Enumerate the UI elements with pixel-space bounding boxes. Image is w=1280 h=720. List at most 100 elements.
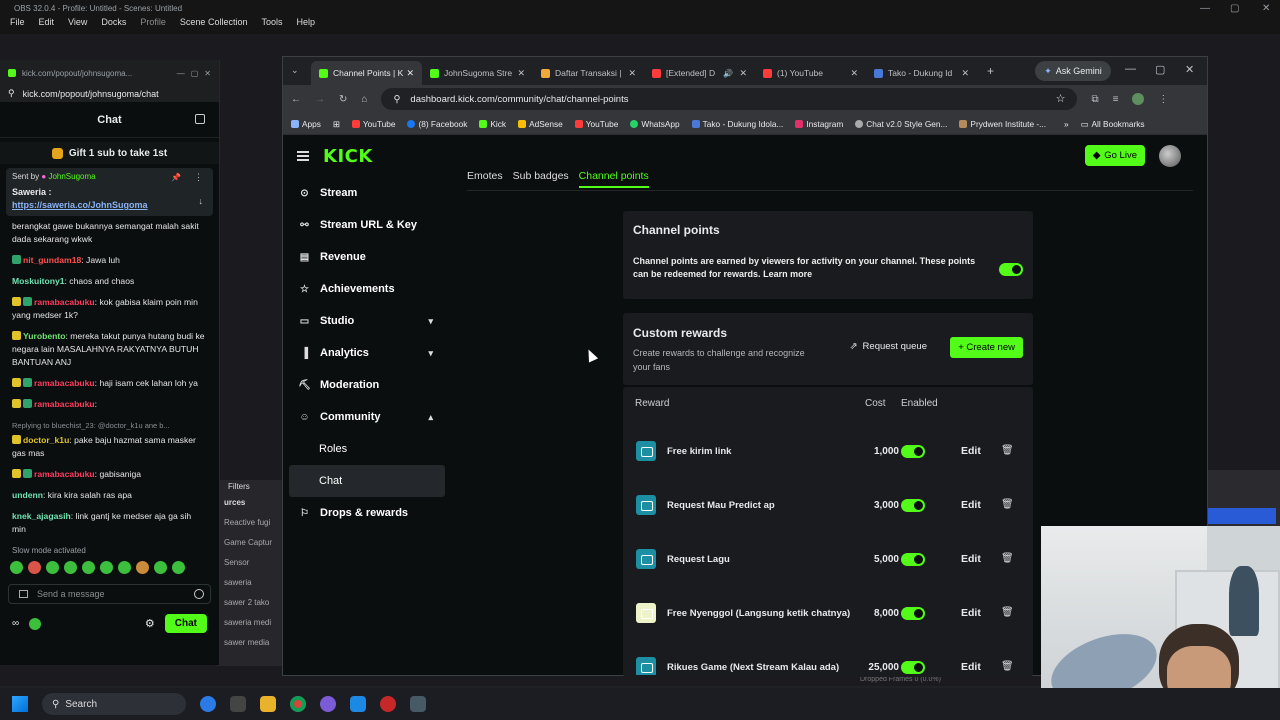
minimize-icon[interactable]: — — [1125, 63, 1136, 75]
bookmark-chat-style[interactable]: Chat v2.0 Style Gen... — [855, 119, 947, 129]
nav-drops-rewards[interactable]: ⚐ Drops & rewards — [289, 497, 445, 529]
taskbar-search[interactable]: ⚲ Search — [42, 693, 186, 715]
channel-points-toggle[interactable] — [999, 263, 1023, 276]
tab-sub-badges[interactable]: Sub badges — [513, 170, 569, 188]
emote-icon[interactable] — [172, 561, 185, 574]
menu-file[interactable]: File — [10, 17, 25, 33]
nav-chat[interactable]: Chat — [289, 465, 445, 497]
kick-logo[interactable]: KICK — [323, 146, 373, 167]
nav-stream-url-key[interactable]: ⚯ Stream URL & Key — [289, 209, 445, 241]
obs-icon[interactable] — [230, 696, 246, 712]
bookmark-adsense[interactable]: AdSense — [518, 119, 563, 129]
obs-source-item[interactable]: saweria — [216, 574, 282, 594]
maximize-icon[interactable]: ▢ — [1155, 63, 1165, 76]
trash-icon[interactable]: 🗑 — [1001, 553, 1014, 564]
bookmark-grid[interactable]: ⊞ — [333, 119, 340, 129]
close-icon[interactable]: ✕ — [204, 69, 211, 78]
steam-icon[interactable] — [410, 696, 426, 712]
emote-icon[interactable] — [46, 561, 59, 574]
menu-profile[interactable]: Profile — [140, 17, 166, 33]
edit-button[interactable]: Edit — [961, 661, 981, 673]
bookmark-kick[interactable]: Kick — [479, 119, 506, 129]
file-explorer-icon[interactable] — [260, 696, 276, 712]
maximize-icon[interactable]: ▢ — [1230, 3, 1239, 14]
close-tab-icon[interactable]: ✕ — [739, 68, 747, 79]
menu-scene-collection[interactable]: Scene Collection — [180, 17, 248, 33]
edit-button[interactable]: Edit — [961, 445, 981, 457]
emote-icon[interactable] — [28, 561, 41, 574]
menu-view[interactable]: View — [68, 17, 87, 33]
edit-button[interactable]: Edit — [961, 607, 981, 619]
chat-send-button[interactable]: Chat — [164, 614, 207, 633]
menu-tools[interactable]: Tools — [261, 17, 282, 33]
url-text[interactable]: dashboard.kick.com/community/chat/channe… — [410, 94, 628, 105]
app-icon[interactable] — [380, 696, 396, 712]
user-avatar[interactable] — [1159, 145, 1181, 167]
more-options-icon[interactable]: ⋮ — [194, 172, 203, 183]
minimize-icon[interactable]: — — [177, 69, 185, 78]
chat-username[interactable]: ramabacabuku — [34, 378, 95, 388]
kick-points-icon[interactable] — [29, 617, 42, 630]
trash-icon[interactable]: 🗑 — [1001, 499, 1014, 510]
menu-help[interactable]: Help — [296, 17, 315, 33]
site-settings-icon[interactable]: ⚲ — [8, 88, 15, 99]
nav-studio[interactable]: ▭ Studio ▾ — [289, 305, 445, 337]
edit-button[interactable]: Edit — [961, 499, 981, 511]
site-info-icon[interactable]: ⚲ — [393, 94, 400, 105]
menu-edit[interactable]: Edit — [39, 17, 55, 33]
chat-username[interactable]: Yurobento — [23, 331, 66, 341]
all-bookmarks[interactable]: ▭ All Bookmarks — [1081, 119, 1145, 129]
tab-johnsugoma[interactable]: JohnSugoma Stre ✕ — [422, 61, 533, 85]
obs-source-item[interactable]: Game Captur — [216, 534, 282, 554]
speaker-icon[interactable]: 🔊 — [723, 69, 733, 78]
edit-button[interactable]: Edit — [961, 553, 981, 565]
tab-daftar-transaksi[interactable]: Daftar Transaksi | ✕ — [533, 61, 644, 85]
bookmarks-overflow-icon[interactable]: » — [1064, 119, 1069, 129]
menu-docks[interactable]: Docks — [101, 17, 126, 33]
emote-icon[interactable] — [64, 561, 77, 574]
bookmark-prydwen[interactable]: Prydwen Institute -... — [959, 119, 1046, 129]
reading-list-icon[interactable]: ≡ — [1113, 94, 1119, 105]
minimize-icon[interactable]: — — [1200, 3, 1210, 14]
chat-menu-icon[interactable] — [195, 114, 205, 124]
infinity-icon[interactable]: ∞ — [12, 618, 19, 629]
back-icon[interactable]: ← — [291, 94, 301, 105]
emoji-icon[interactable] — [194, 589, 204, 599]
profile-avatar-icon[interactable] — [1132, 93, 1145, 105]
reload-icon[interactable]: ↻ — [339, 94, 347, 105]
send-message-input[interactable]: Send a message — [8, 584, 211, 604]
bookmark-apps[interactable]: Apps — [291, 119, 321, 129]
nav-achievements[interactable]: ☆ Achievements — [289, 273, 445, 305]
create-new-button[interactable]: + Create new — [950, 337, 1023, 358]
obs-source-item[interactable]: Reactive fugi — [216, 514, 282, 534]
nav-roles[interactable]: Roles — [289, 433, 445, 465]
close-tab-icon[interactable]: ✕ — [406, 68, 414, 79]
address-bar[interactable]: ⚲ dashboard.kick.com/community/chat/chan… — [381, 88, 1078, 110]
obs-source-item[interactable]: saweria medi — [216, 614, 282, 634]
obs-filters-label[interactable]: Filters — [216, 480, 282, 494]
close-icon[interactable]: ✕ — [1262, 3, 1270, 14]
bookmark-whatsapp[interactable]: WhatsApp — [630, 119, 680, 129]
reward-enabled-toggle[interactable] — [901, 553, 925, 566]
obs-source-item[interactable]: Sensor — [216, 554, 282, 574]
reward-enabled-toggle[interactable] — [901, 445, 925, 458]
bookmark-youtube[interactable]: YouTube — [351, 119, 395, 129]
emote-icon[interactable] — [82, 561, 95, 574]
windows-start-icon[interactable] — [12, 696, 28, 712]
photos-icon[interactable] — [350, 696, 366, 712]
chat-username[interactable]: knek_ajagasih — [12, 511, 71, 521]
learn-more-link[interactable]: Learn more — [763, 269, 812, 279]
trash-icon[interactable]: 🗑 — [1001, 445, 1014, 456]
chat-username[interactable]: Moskuitony1 — [12, 276, 65, 286]
trash-icon[interactable]: 🗑 — [1001, 607, 1014, 618]
chat-username[interactable]: ramabacabuku — [34, 399, 95, 409]
hamburger-menu-icon[interactable] — [297, 151, 309, 161]
reply-context[interactable]: Replying to bluechist_23: @doctor_k1u an… — [12, 419, 207, 432]
nav-moderation[interactable]: ⛏ Moderation — [289, 369, 445, 401]
new-tab-button[interactable]: + — [987, 64, 994, 78]
home-icon[interactable]: ⌂ — [361, 94, 367, 105]
chrome-icon[interactable] — [290, 696, 306, 712]
bookmark-facebook[interactable]: (8) Facebook — [407, 119, 467, 129]
go-live-button[interactable]: ◆ Go Live — [1084, 145, 1145, 166]
chrome-menu-icon[interactable]: ⋮ — [1158, 94, 1168, 105]
